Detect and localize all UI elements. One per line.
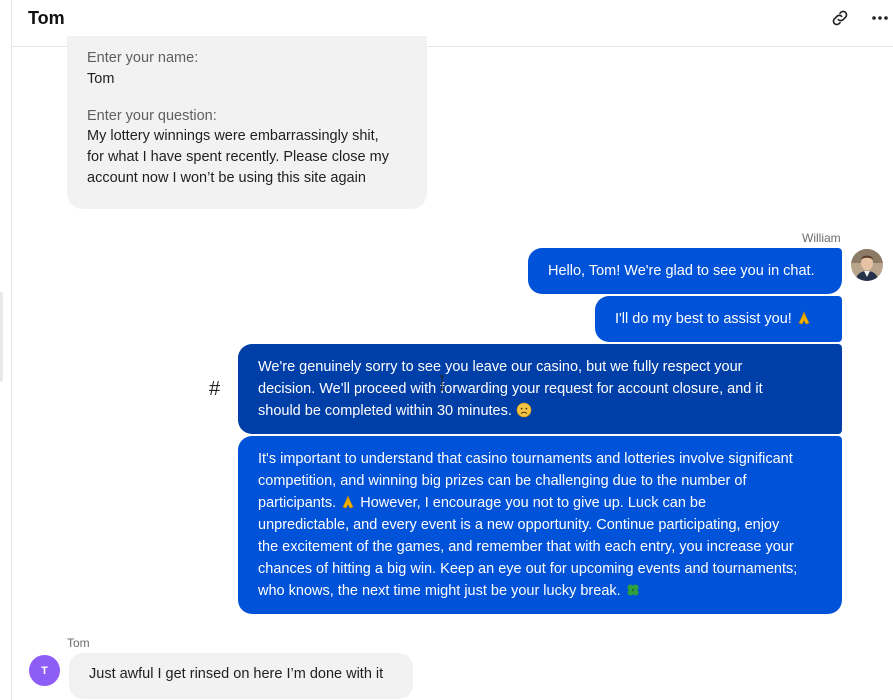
message-line: Hello, Tom! We're glad to see you in cha… xyxy=(548,263,815,279)
prechat-form-card: Enter your name: Tom Enter your question… xyxy=(67,36,427,209)
question-line: My lottery winnings were embarrassingly … xyxy=(87,128,379,144)
chat-title: Tom xyxy=(28,8,65,28)
agent-name: William xyxy=(802,231,841,245)
pray-emoji-icon xyxy=(798,311,810,325)
more-options-icon[interactable] xyxy=(870,8,890,28)
hash-icon[interactable]: # xyxy=(209,378,220,401)
message-line: the excitement of the games, and remembe… xyxy=(258,539,794,555)
agent-message-hovered: We're genuinely sorry to see you leave o… xyxy=(238,344,842,434)
message-line: should be completed within 30 minutes. xyxy=(258,403,512,419)
question-line: account now I won’t be using this site a… xyxy=(87,170,366,186)
name-label: Enter your name: xyxy=(87,50,199,66)
question-line: for what I have spent recently. Please c… xyxy=(87,149,389,165)
link-icon[interactable] xyxy=(830,8,850,28)
question-value: My lottery winnings were embarrassingly … xyxy=(87,126,389,189)
user-message: Just awful I get rinsed on here I’m done… xyxy=(69,653,413,699)
message-line: participants. xyxy=(258,495,337,511)
question-label: Enter your question: xyxy=(87,108,217,124)
message-line: It's important to understand that casino… xyxy=(258,451,793,467)
four-leaf-clover-icon xyxy=(627,584,639,596)
message-line: decision. We'll proceed with forwarding … xyxy=(258,381,763,397)
message-line: chances of hitting a big win. Keep an ey… xyxy=(258,561,798,577)
agent-message: I'll do my best to assist you! xyxy=(595,296,842,342)
name-value: Tom xyxy=(87,71,115,87)
agent-avatar xyxy=(851,249,883,281)
message-line: unpredictable, and every event is a new … xyxy=(258,517,780,533)
left-divider xyxy=(11,0,12,700)
message-line: I'll do my best to assist you! xyxy=(615,311,792,327)
message-line: competition, and winning big prizes can … xyxy=(258,473,747,489)
side-panel-handle[interactable] xyxy=(0,292,3,382)
message-line: However, I encourage you not to give up.… xyxy=(360,495,707,511)
agent-message: Hello, Tom! We're glad to see you in cha… xyxy=(528,248,842,294)
agent-message: It's important to understand that casino… xyxy=(238,436,842,614)
user-name: Tom xyxy=(67,636,90,650)
message-line: who knows, the next time might just be y… xyxy=(258,583,621,599)
user-avatar: T xyxy=(29,655,60,686)
sad-emoji-icon xyxy=(516,402,532,418)
pray-emoji-icon xyxy=(342,495,354,509)
message-line: We're genuinely sorry to see you leave o… xyxy=(258,359,743,375)
text-cursor-icon xyxy=(440,375,444,391)
